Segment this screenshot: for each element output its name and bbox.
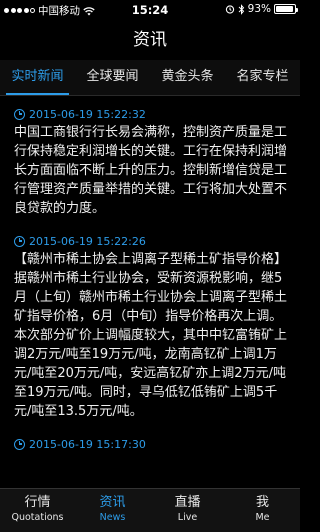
news-timestamp: 2015-06-19 15:22:26 xyxy=(14,234,288,248)
page-title: 资讯 xyxy=(133,30,167,50)
bottom-tab-quotations[interactable]: 行情 Quotations xyxy=(0,489,75,532)
clock-icon xyxy=(14,235,25,247)
bottom-tab-bar: 行情 Quotations 资讯 News 直播 Live 我 Me xyxy=(0,488,300,532)
bottom-tab-news[interactable]: 资讯 News xyxy=(75,489,150,532)
clock-icon xyxy=(14,438,25,450)
alarm-icon xyxy=(225,5,234,14)
bottom-tab-sublabel: Live xyxy=(177,512,198,523)
bottom-tab-me[interactable]: 我 Me xyxy=(225,489,300,532)
bottom-tab-label: 资讯 xyxy=(99,495,126,510)
news-body: 中国工商银行行长易会满称，控制资产质量是工行保持稳定利润增长的关键。工行在保持利… xyxy=(14,125,288,216)
news-item[interactable]: 2015-06-19 15:22:32 中国工商银行行长易会满称，控制资产质量是… xyxy=(0,97,300,224)
news-body: 【赣州市稀土协会上调离子型稀土矿指导价格】据赣州市稀土行业协会，受新资源税影响，… xyxy=(14,252,288,419)
bottom-tab-label: 行情 xyxy=(24,495,51,510)
news-time-text: 2015-06-19 15:22:26 xyxy=(29,234,146,248)
news-item[interactable]: 2015-06-19 15:22:26 【赣州市稀土协会上调离子型稀土矿指导价格… xyxy=(0,224,300,427)
bottom-tab-label: 直播 xyxy=(174,495,201,510)
bottom-tab-sublabel: Me xyxy=(255,512,270,523)
status-right: 93% xyxy=(225,3,298,15)
bottom-tab-label: 我 xyxy=(255,495,269,510)
status-bar: 中国移动 15:24 93% xyxy=(0,0,300,20)
news-timestamp: 2015-06-19 15:17:30 xyxy=(14,437,288,451)
news-time-text: 2015-06-19 15:22:32 xyxy=(29,107,146,121)
news-category-tabs: 实时新闻 全球要闻 黄金头条 名家专栏 xyxy=(0,60,300,96)
news-feed[interactable]: 2015-06-19 15:22:32 中国工商银行行长易会满称，控制资产质量是… xyxy=(0,97,300,488)
bottom-tab-sublabel: Quotations xyxy=(11,512,64,523)
bottom-tab-live[interactable]: 直播 Live xyxy=(150,489,225,532)
news-timestamp: 2015-06-19 15:22:32 xyxy=(14,107,288,121)
tab-gold-headlines[interactable]: 黄金头条 xyxy=(150,60,225,95)
nav-bar: 资讯 xyxy=(0,20,300,60)
news-item[interactable]: 2015-06-19 15:17:30 xyxy=(0,427,300,459)
battery-icon xyxy=(274,4,298,14)
bottom-tab-sublabel: News xyxy=(99,512,126,523)
clock-icon xyxy=(14,108,25,120)
battery-percent: 93% xyxy=(247,3,271,15)
tab-realtime-news[interactable]: 实时新闻 xyxy=(0,60,75,95)
bluetooth-icon xyxy=(238,3,244,15)
tab-global-news[interactable]: 全球要闻 xyxy=(75,60,150,95)
news-time-text: 2015-06-19 15:17:30 xyxy=(29,437,146,451)
tab-expert-columns[interactable]: 名家专栏 xyxy=(225,60,300,95)
